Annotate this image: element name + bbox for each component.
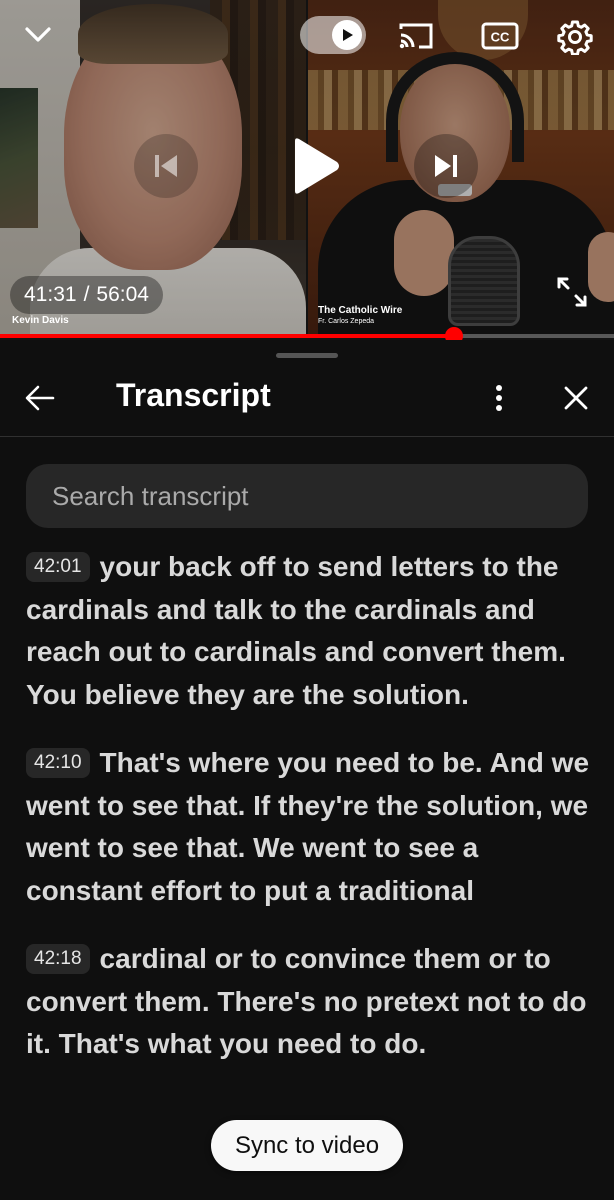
transcript-header: Transcript [0, 358, 614, 437]
time-separator: / [83, 283, 90, 306]
seek-bar[interactable] [0, 327, 614, 340]
play-button[interactable] [278, 130, 348, 202]
svg-text:CC: CC [491, 30, 510, 45]
segment-text: cardinal or to convince them or to conve… [26, 943, 587, 1059]
transcript-panel: Transcript 42:01your back off to send le… [0, 340, 614, 1200]
previous-video-button[interactable] [134, 134, 198, 198]
speaker-name: Fr. Carlos Zepeda [318, 318, 375, 325]
segment-timestamp[interactable]: 42:01 [26, 552, 90, 582]
transcript-segments: 42:01 your back off to send letters to th… [26, 546, 592, 1092]
video-player[interactable]: CC 41:31 / 56:04 Kevin Davis The Catholi… [0, 0, 614, 340]
segment-text: your back off to send letters to the car… [26, 551, 566, 710]
right-speaker-label: The Catholic Wire Fr. Carlos Zepeda [318, 304, 402, 326]
more-vertical-icon [496, 385, 502, 411]
close-icon [564, 386, 588, 410]
cast-icon [399, 23, 433, 49]
segment-text: That's where you need to be. And we went… [26, 747, 590, 906]
cast-button[interactable] [394, 18, 438, 54]
left-speaker-label: Kevin Davis [12, 315, 69, 326]
seek-bar-handle[interactable] [445, 327, 464, 340]
play-icon [295, 138, 339, 194]
search-transcript-input[interactable] [26, 464, 588, 528]
current-time: 41:31 [24, 283, 77, 306]
fullscreen-icon [557, 277, 587, 307]
arrow-back-icon [25, 385, 55, 411]
channel-name: The Catholic Wire [318, 305, 403, 316]
back-button[interactable] [20, 378, 60, 418]
autoplay-toggle[interactable] [300, 16, 366, 54]
close-button[interactable] [556, 378, 596, 418]
autoplay-toggle-icon [332, 20, 362, 50]
fullscreen-button[interactable] [552, 272, 592, 312]
collapse-player-button[interactable] [18, 18, 58, 52]
gear-icon [557, 20, 593, 55]
panel-title: Transcript [116, 377, 271, 413]
playback-time: 41:31 / 56:04 [10, 276, 163, 314]
video-duration: 56:04 [96, 283, 149, 306]
skip-previous-icon [155, 155, 177, 177]
settings-button[interactable] [554, 16, 596, 58]
captions-button[interactable]: CC [478, 18, 522, 54]
chevron-down-icon [25, 27, 51, 42]
next-video-button[interactable] [414, 134, 478, 198]
transcript-segment[interactable]: 42:10 That's where you need to be. And we… [26, 742, 592, 912]
transcript-segment[interactable]: 42:18 cardinal or to convince them or to … [26, 938, 592, 1066]
cc-icon: CC [481, 22, 519, 50]
segment-timestamp[interactable]: 42:18 [26, 944, 90, 974]
sync-to-video-button[interactable]: Sync to video [211, 1120, 403, 1171]
seek-bar-played [0, 334, 455, 338]
more-options-button[interactable] [482, 378, 516, 418]
transcript-segment[interactable]: 42:01 your back off to send letters to th… [26, 546, 592, 716]
skip-next-icon [435, 155, 457, 177]
segment-timestamp[interactable]: 42:10 [26, 748, 90, 778]
